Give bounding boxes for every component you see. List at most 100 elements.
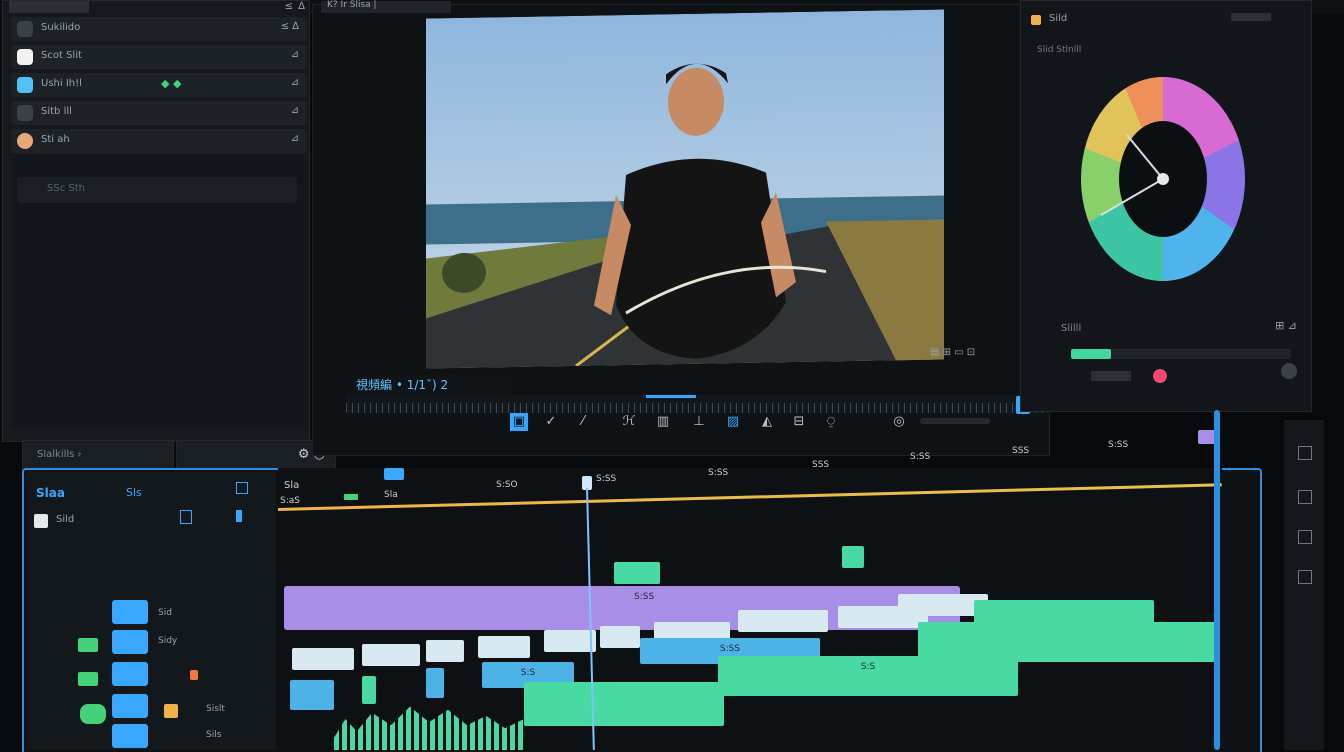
- select-tool-icon[interactable]: ▣: [510, 413, 528, 431]
- link-tool-icon[interactable]: ⍜: [822, 413, 840, 431]
- project-row-2[interactable]: Ushi Ih!l ◆ ◆ ⊿: [11, 73, 307, 97]
- hand-tool-icon[interactable]: ℋ: [620, 413, 638, 431]
- color-panel-header: Sild: [1049, 13, 1068, 24]
- viewer-timecode: 視頻編 • 1/1ˇ) 2: [352, 374, 512, 394]
- search-input[interactable]: SSc Sth: [17, 177, 297, 203]
- ruler-marker[interactable]: [384, 468, 404, 480]
- search-placeholder: SSc Sth: [47, 183, 85, 194]
- row-action-icon[interactable]: ⊿: [291, 105, 299, 116]
- ruler-green-marker[interactable]: [344, 494, 358, 500]
- timeline-clip[interactable]: [614, 562, 660, 584]
- timeline-clip-green[interactable]: S:S: [718, 656, 1018, 696]
- timeline-clip-green[interactable]: [362, 676, 376, 704]
- viewer-tab[interactable]: K? Ir Slisa |: [321, 0, 451, 13]
- timeline-clip-blue[interactable]: [426, 668, 444, 698]
- video-preview[interactable]: [426, 9, 944, 369]
- row-action-icon[interactable]: ⊿: [291, 49, 299, 60]
- close-icon[interactable]: ∆: [298, 1, 305, 12]
- ruler-label: Sla: [384, 490, 398, 500]
- strip-icon[interactable]: [1298, 570, 1312, 584]
- color-panel-controls[interactable]: [1091, 371, 1131, 381]
- timeline-clip[interactable]: [478, 636, 530, 658]
- strip-icon[interactable]: [1298, 490, 1312, 504]
- timeline-clip[interactable]: [842, 546, 864, 568]
- track-button[interactable]: [112, 662, 148, 686]
- project-row-3[interactable]: Sitb lll ⊿: [11, 101, 307, 125]
- timeline-header-label: Sls: [126, 486, 142, 499]
- color-level-bar[interactable]: [1071, 349, 1291, 359]
- color-panel-right-icons[interactable]: ⊞ ⊿: [1275, 319, 1297, 332]
- clip-tool-icon[interactable]: ▨: [724, 413, 742, 431]
- timecode-label: 視頻編 • 1/1ˇ) 2: [356, 378, 449, 392]
- viewer-tab-title: K? Ir Slisa |: [327, 0, 377, 10]
- clip-label: S:S: [520, 668, 536, 678]
- ruler-label: S:aS: [280, 496, 300, 506]
- color-panel: Sild Slid Stlnlll Slilll ⊞ ⊿: [1020, 0, 1312, 412]
- timeline-clip[interactable]: [738, 610, 828, 632]
- color-panel-menu-icon[interactable]: [1231, 13, 1271, 21]
- ruler-label: S:SS: [1108, 440, 1129, 450]
- project-row-label: Sti ah: [41, 134, 70, 145]
- track-solo-icon[interactable]: [190, 670, 198, 680]
- media-bin-area: SSc Sth: [11, 159, 307, 429]
- track-button[interactable]: [112, 724, 148, 748]
- timeline-clip[interactable]: [426, 640, 464, 662]
- row-action-icon[interactable]: ⊿: [291, 133, 299, 144]
- track-label: Sislt: [206, 704, 225, 714]
- strip-icon[interactable]: [1298, 530, 1312, 544]
- effects-search-bar[interactable]: Slalkills ›: [22, 440, 174, 470]
- row-action-icon[interactable]: ⊿: [291, 77, 299, 88]
- track-green-icon[interactable]: [80, 704, 106, 724]
- timeline-header-label: Slaa: [36, 486, 65, 500]
- ruler-yellow-line: [277, 483, 1222, 511]
- timeline-clip-green[interactable]: [524, 682, 724, 726]
- folder-icon: [17, 21, 33, 37]
- strip-icon[interactable]: [1298, 446, 1312, 460]
- clip-label: S:S: [860, 662, 876, 672]
- timeline-settings-icon[interactable]: [236, 482, 248, 494]
- user-icon: [17, 133, 33, 149]
- timeline-clip[interactable]: [292, 648, 354, 670]
- viewer-sub-controls-icons: ▤ ⊞ ▭ ⊡: [930, 347, 976, 358]
- track-green-icon[interactable]: [78, 672, 98, 686]
- project-row-label: Scot Slit: [41, 50, 82, 61]
- clip-label: S:SS: [634, 592, 655, 602]
- ruler-label: S:SO: [496, 480, 518, 490]
- track-visibility-icon[interactable]: [180, 510, 192, 524]
- ruler-label: SSS: [1012, 446, 1030, 456]
- timeline-clip[interactable]: [600, 626, 640, 648]
- timeline-clip-blue[interactable]: [290, 680, 334, 710]
- track-label: Sild: [56, 514, 75, 525]
- project-row-4[interactable]: Sti ah ⊿: [11, 129, 307, 153]
- record-button[interactable]: [1153, 369, 1167, 383]
- track-button[interactable]: [112, 600, 148, 624]
- track-green-icon[interactable]: [78, 638, 98, 652]
- trim-tool-icon[interactable]: ▥: [654, 413, 672, 431]
- timeline-scrollbar[interactable]: [1214, 410, 1220, 750]
- project-row-label: Ushi Ih!l: [41, 78, 82, 89]
- color-wheel[interactable]: [1081, 77, 1245, 281]
- pin-icon[interactable]: ≤: [285, 1, 293, 12]
- project-row-0[interactable]: Sukilido ≤ ∆: [11, 17, 307, 41]
- razor-tool-icon[interactable]: ⁄: [574, 413, 592, 431]
- track-button[interactable]: [112, 630, 148, 654]
- track-mute-icon[interactable]: [164, 704, 178, 718]
- timeline-ruler[interactable]: Sla S:aS Sla S:SO S:SS S:SS SSS S:SS SSS…: [277, 430, 1222, 516]
- playhead[interactable]: [582, 476, 595, 750]
- track-lock-icon[interactable]: [34, 514, 48, 528]
- track-headers: Slaa Sls Sild Sid Sidy Sislt Sils: [26, 472, 276, 750]
- row-action-icons[interactable]: ≤ ∆: [281, 21, 299, 32]
- snap-tool-icon[interactable]: ⊟: [790, 413, 808, 431]
- zoom-slider[interactable]: [920, 418, 990, 424]
- track-label: Sils: [206, 730, 222, 740]
- timeline-clip[interactable]: [362, 644, 420, 666]
- ruler-label: S:SS: [708, 468, 729, 478]
- color-panel-toggle[interactable]: [1281, 363, 1297, 379]
- slip-tool-icon[interactable]: ⊥: [690, 413, 708, 431]
- zoom-tool-icon[interactable]: ◎: [890, 413, 908, 431]
- track-audio-icon[interactable]: [236, 510, 242, 522]
- track-button[interactable]: [112, 694, 148, 718]
- marker-tool-icon[interactable]: ◭: [758, 413, 776, 431]
- check-tool-icon[interactable]: ✓: [542, 413, 560, 431]
- project-row-1[interactable]: Scot Slit ⊿: [11, 45, 307, 69]
